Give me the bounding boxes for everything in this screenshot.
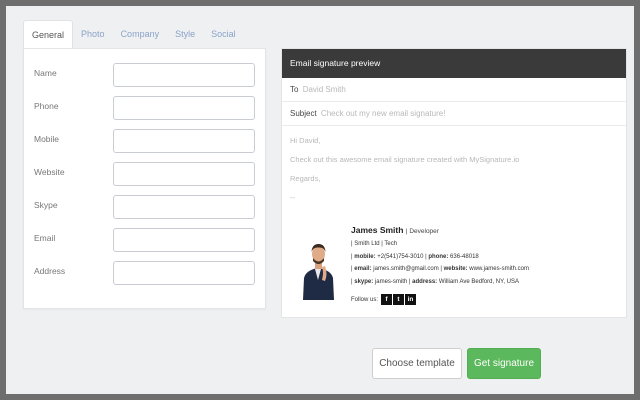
tab-company[interactable]: Company <box>113 20 168 48</box>
address-input[interactable] <box>113 261 255 285</box>
email-body: Hi David, Check out this awesome email s… <box>282 126 626 210</box>
phone-label: Phone <box>34 101 59 111</box>
email-key: email: <box>354 266 372 272</box>
regards-line: Regards, <box>290 174 321 183</box>
name-input[interactable] <box>113 63 255 87</box>
profile-photo <box>302 234 335 300</box>
website-input[interactable] <box>113 162 255 186</box>
website-value: www.james-smith.com <box>469 266 529 272</box>
address-label: Address <box>34 266 66 276</box>
skype-value: james-smith <box>374 278 408 285</box>
phone-key: phone: <box>428 253 449 260</box>
phone-input[interactable] <box>113 96 255 120</box>
name-row: Name <box>24 63 265 87</box>
greeting-line: Hi David, <box>290 136 321 145</box>
mobile-label: Mobile <box>34 134 60 144</box>
skype-key: skype: <box>354 278 374 285</box>
to-value: David Smith <box>302 85 346 94</box>
to-label: To <box>290 85 299 94</box>
signature-name: James Smith <box>351 225 404 235</box>
email-value: james.smith@gmail.com <box>373 266 439 272</box>
signature-title: | Developer <box>405 228 439 235</box>
app-frame: General Photo Company Style Social Name … <box>6 6 634 394</box>
separator-line: -- <box>290 193 295 202</box>
tab-general[interactable]: General <box>23 20 74 49</box>
address-row: Address <box>24 261 265 285</box>
tab-photo[interactable]: Photo <box>73 20 113 48</box>
signature-email-line: | email: james.smith@gmail.com | website… <box>351 266 529 272</box>
general-form: Name Phone Mobile Website Skype Email Ad… <box>23 48 266 309</box>
facebook-icon[interactable]: f <box>381 294 393 305</box>
address-key: address: <box>412 278 438 285</box>
phone-value: 636-48018 <box>450 253 479 260</box>
email-input[interactable] <box>113 228 255 252</box>
subject-row: Subject Check out my new email signature… <box>282 102 626 126</box>
linkedin-icon[interactable]: in <box>405 294 417 305</box>
tab-style[interactable]: Style <box>167 20 203 48</box>
signature-details: James Smith | Developer | Smith Ltd | Te… <box>351 224 529 305</box>
website-key: website: <box>443 266 468 272</box>
signature-phone-line: | mobile: +2(541)754-3010 | phone: 636-4… <box>351 253 479 260</box>
signature-company: | Smith Ltd | Tech <box>351 241 398 247</box>
email-label: Email <box>34 233 56 243</box>
body-line: Check out this awesome email signature c… <box>290 155 520 164</box>
subject-label: Subject <box>290 109 317 118</box>
follow-us: Follow us: f t in <box>351 294 529 305</box>
website-row: Website <box>24 162 265 186</box>
email-signature: James Smith | Developer | Smith Ltd | Te… <box>302 224 622 314</box>
address-value: William Ave Bedford, NY, USA <box>438 278 520 285</box>
skype-label: Skype <box>34 200 58 210</box>
tab-social[interactable]: Social <box>203 20 244 48</box>
mobile-input[interactable] <box>113 129 255 153</box>
signature-skype-line: | skype: james-smith | address: William … <box>351 278 520 285</box>
mobile-row: Mobile <box>24 129 265 153</box>
name-label: Name <box>34 68 57 78</box>
website-label: Website <box>34 167 65 177</box>
mobile-value: +2(541)754-3010 <box>377 253 424 260</box>
subject-value: Check out my new email signature! <box>320 109 446 118</box>
signature-preview: Email signature preview To David Smith S… <box>281 48 627 318</box>
skype-input[interactable] <box>113 195 255 219</box>
choose-template-button[interactable]: Choose template <box>372 348 462 379</box>
twitter-icon[interactable]: t <box>393 294 405 305</box>
tab-bar: General Photo Company Style Social <box>23 20 244 49</box>
skype-row: Skype <box>24 195 265 219</box>
phone-row: Phone <box>24 96 265 120</box>
to-row: To David Smith <box>282 78 626 102</box>
get-signature-button[interactable]: Get signature <box>467 348 541 379</box>
email-row: Email <box>24 228 265 252</box>
preview-header: Email signature preview <box>282 49 626 78</box>
mobile-key: mobile: <box>354 253 376 260</box>
follow-label: Follow us: <box>351 296 379 303</box>
signature-name-line: James Smith | Developer <box>351 224 529 238</box>
